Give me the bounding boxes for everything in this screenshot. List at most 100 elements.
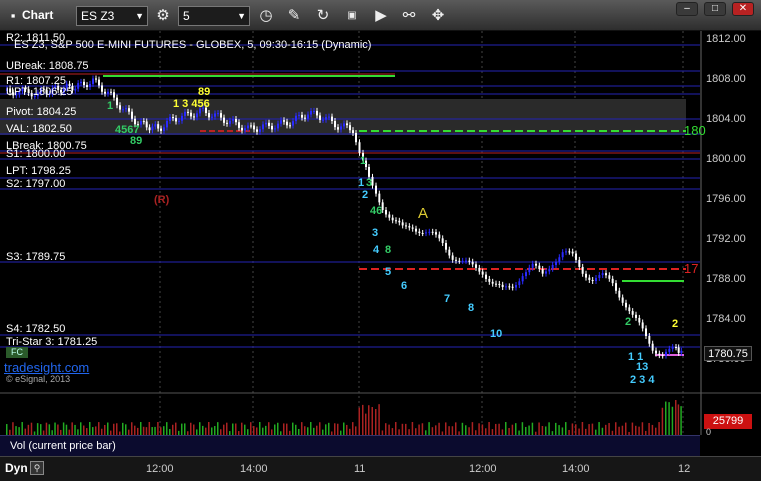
candle-body [385,209,387,215]
candle-body [461,260,464,262]
symbol-value: ES Z3 [81,9,115,23]
volume-bar [116,423,118,435]
price-tick: 1804.00 [706,113,746,125]
candle-body [608,275,611,279]
volume-bar [401,423,404,435]
fc-badge: FC [6,347,28,358]
chevron-down-icon[interactable]: ▼ [237,7,246,25]
candle-body [628,307,631,312]
expand-icon[interactable]: ✥ [427,5,449,27]
price-tick: 1808.00 [706,73,746,85]
volume-panel-header[interactable]: Vol (current price bar) [0,435,700,456]
chart-pane[interactable]: 1 4567 89 1 3 456 89 1 1 3 2 46 3 4 8 5 … [0,31,761,460]
candle-body [307,114,309,119]
dynamic-mode-label[interactable]: Dyn [5,461,28,475]
candle-body [101,85,103,92]
link-icon[interactable]: ⚯ [398,5,420,27]
candle-body [196,113,198,118]
volume-bar [265,425,267,435]
volume-bar [508,427,510,435]
gear-icon[interactable]: ⚙ [152,5,174,27]
interval-select[interactable]: 5 ▼ [178,6,250,26]
candle-body [193,116,195,118]
candle-body [465,260,467,262]
candle-body [658,353,661,356]
volume-bar [362,404,364,435]
close-button[interactable]: ✕ [732,2,754,16]
refresh-icon[interactable]: ↻ [312,5,334,27]
volume-bar [481,424,484,435]
volume-bar [292,422,294,435]
volume-bar [468,427,470,435]
volume-bar [18,427,20,435]
volume-bar [199,422,201,435]
candle-body [169,117,171,121]
candle-body [451,255,454,260]
volume-bar [45,422,48,435]
volume-bar [181,423,183,435]
volume-bar [658,422,660,435]
clock-icon[interactable]: ◷ [255,5,277,27]
candle-body [471,261,474,265]
play-icon[interactable]: ▶ [370,5,392,27]
symbol-input[interactable]: ES Z3 ▼ [76,6,148,26]
candle-body [571,251,574,254]
candle-body [148,127,151,131]
candle-body [77,83,80,89]
candle-body [635,314,637,318]
volume-bar [307,427,309,435]
volume-bar [62,422,65,435]
candle-body [511,286,514,288]
volume-panel-label: Vol (current price bar) [10,440,116,452]
candle-body [515,285,517,288]
volume-bar [545,426,547,435]
candle-body [92,78,94,84]
candle-body [110,91,112,93]
svg-text:8: 8 [385,244,391,256]
svg-text:6: 6 [401,280,407,292]
volume-bar [71,422,73,435]
svg-text:7: 7 [444,293,450,305]
volume-bar [301,422,303,435]
price-chart[interactable]: 1 4567 89 1 3 456 89 1 1 3 2 46 3 4 8 5 … [0,31,761,460]
volume-bar [495,423,497,435]
candle-body [355,132,357,143]
s2-level-label: S2: 1797.00 [6,178,66,190]
candle-body [655,350,657,354]
pencil-icon[interactable]: ✎ [283,5,305,27]
volume-bar [346,424,348,435]
candle-body [541,269,544,274]
volume-bar [12,422,14,435]
volume-bar [208,422,210,435]
candle-body [304,117,306,119]
candle-body [262,124,264,130]
volume-bar [268,422,270,435]
a-marker: A [418,205,429,222]
copyright-text: © eSignal, 2013 [6,374,71,384]
volume-bar [274,424,276,435]
upt-level-label: UPT: 1806.25 [6,86,73,98]
candle-body [568,251,571,253]
val-level-label: VAL: 1802.50 [6,123,72,135]
volume-bar [172,424,174,435]
volume-bar [561,427,564,435]
candle-body [352,130,354,133]
volume-bar [21,422,23,435]
chevron-down-icon[interactable]: ▼ [135,7,144,25]
minimize-button[interactable]: – [676,2,698,16]
zoom-icon[interactable]: ⚲ [30,461,44,475]
volume-bar [74,424,76,435]
maximize-button[interactable]: □ [704,2,726,16]
svg-text:1 3 456: 1 3 456 [173,98,210,110]
candle-body [638,317,641,323]
candle-body [160,128,162,131]
volume-bar [651,424,654,435]
candle-body [475,264,477,268]
volume-bar [211,427,213,435]
screenshot-icon[interactable]: ▣ [341,5,363,27]
volume-bar [575,424,577,435]
candle-body [325,117,327,120]
candle-body [145,121,148,128]
candle-body [223,117,225,123]
volume-bar [36,423,39,435]
